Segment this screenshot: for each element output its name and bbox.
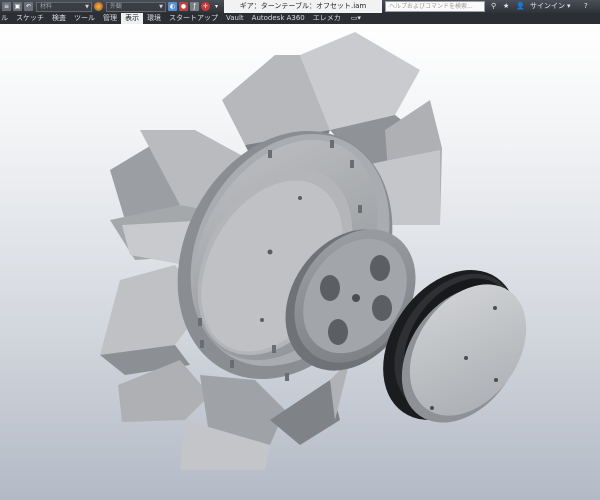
appearance-dropdown[interactable]: 外観 ▼ bbox=[106, 1, 166, 12]
tab-elemeca[interactable]: エレメカ bbox=[309, 13, 345, 24]
save-icon[interactable]: ▣ bbox=[13, 2, 22, 11]
tab-get-started[interactable]: スタートアップ bbox=[165, 13, 222, 24]
tab-inspect[interactable]: 検査 bbox=[48, 13, 70, 24]
tab-manage[interactable]: 管理 bbox=[99, 13, 121, 24]
search-icon[interactable]: ⚲ bbox=[491, 0, 496, 13]
clear-icon[interactable]: ● bbox=[179, 2, 188, 11]
adjust-icon[interactable]: ◐ bbox=[168, 2, 177, 11]
ribbon-minimize-icon[interactable]: ▭▾ bbox=[345, 13, 365, 24]
ribbon-tab-bar: ル スケッチ 検査 ツール 管理 表示 環境 スタートアップ Vault Aut… bbox=[0, 13, 600, 24]
tab-view[interactable]: 表示 bbox=[121, 13, 143, 24]
title-bar: ≡ ▣ ↶ 材料 ▼ 外観 ▼ ◐ ● ƒ ✛ ▾ ギア：ターンテーブル：オフセ… bbox=[0, 0, 600, 13]
sign-in-link[interactable]: サインイン bbox=[530, 0, 565, 13]
star-icon[interactable]: ★ bbox=[503, 0, 509, 13]
color-swatch-icon[interactable] bbox=[94, 2, 103, 11]
document-title: ギア：ターンテーブル：オフセット.iam bbox=[224, 0, 382, 13]
tab-autodesk-a360[interactable]: Autodesk A360 bbox=[248, 13, 309, 24]
undo-icon[interactable]: ↶ bbox=[24, 2, 33, 11]
search-input[interactable]: ヘルプおよびコマンドを検索... bbox=[385, 1, 485, 12]
material-placeholder: 材料 bbox=[40, 2, 53, 10]
chevron-down-icon: ▼ bbox=[159, 3, 163, 10]
user-icon[interactable]: 👤 bbox=[516, 0, 525, 13]
tab-partial[interactable]: ル bbox=[0, 13, 12, 24]
chevron-down-icon: ▼ bbox=[85, 3, 89, 10]
tab-environments[interactable]: 環境 bbox=[143, 13, 165, 24]
material-dropdown[interactable]: 材料 ▼ bbox=[36, 1, 92, 12]
chevron-down-icon[interactable]: ▾ bbox=[567, 0, 571, 13]
tab-tools[interactable]: ツール bbox=[70, 13, 99, 24]
tab-vault[interactable]: Vault bbox=[222, 13, 248, 24]
graphics-viewport[interactable] bbox=[0, 24, 600, 500]
tab-sketch[interactable]: スケッチ bbox=[12, 13, 48, 24]
appearance-placeholder: 外観 bbox=[110, 2, 123, 10]
target-icon[interactable]: ✛ bbox=[201, 2, 210, 11]
assembly-model bbox=[100, 32, 527, 470]
measure-icon[interactable]: ƒ bbox=[190, 2, 199, 11]
help-icon[interactable]: ? bbox=[584, 0, 588, 13]
chevron-down-icon[interactable]: ▾ bbox=[212, 2, 221, 11]
menu-icon[interactable]: ≡ bbox=[2, 2, 11, 11]
